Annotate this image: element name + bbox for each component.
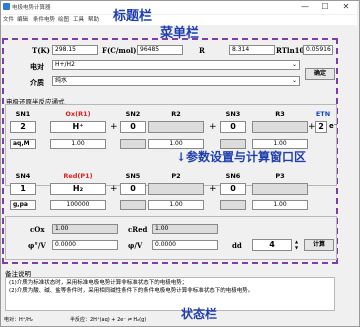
red-conc-input[interactable]: 100000: [50, 200, 106, 210]
sn4-header: SN4: [15, 172, 31, 180]
sn1-header: SN1: [15, 110, 31, 118]
calc-group: [5, 216, 337, 260]
sn5-header: SN5: [125, 172, 141, 180]
r3-input[interactable]: [252, 121, 308, 133]
cox-output: 1.00: [52, 224, 118, 234]
etn-input[interactable]: 2: [315, 121, 327, 133]
plus-sign: +: [209, 122, 217, 132]
sn3-input[interactable]: 0: [220, 121, 246, 133]
electron-symbol: e⁻: [329, 122, 338, 130]
notes-line: (1)介质为标准状态时，采用标准电极电势计算非标准状态下的电极电势；: [9, 280, 188, 286]
confirm-button[interactable]: 确定: [305, 68, 335, 80]
status-pair: 电对：H⁺/H₂: [4, 317, 33, 323]
notes-line: (2)介质为酸、碱、盐等条件时，采用相同碱性条件下的条件电极电势计算非标准状态下…: [9, 287, 254, 294]
annotation-status-bar: 状态栏: [181, 307, 218, 321]
maximize-button[interactable]: ☐: [316, 1, 334, 13]
menu-help[interactable]: 帮助: [88, 15, 99, 25]
p3-input[interactable]: [252, 183, 308, 195]
spin-arrows-icon[interactable]: ▲ ▼: [294, 239, 299, 251]
cred-label: cRed: [128, 225, 148, 234]
r-label: R: [199, 46, 205, 55]
r-input[interactable]: 8.314: [229, 45, 275, 55]
sn6-input[interactable]: 0: [220, 183, 246, 195]
sn2-input[interactable]: 0: [120, 121, 146, 133]
ox-unit-select[interactable]: aq,M: [10, 139, 36, 149]
minimize-button[interactable]: —: [296, 1, 314, 13]
calculate-button[interactable]: 计算: [304, 239, 334, 251]
plus-sign: +: [110, 184, 118, 194]
ox-input[interactable]: H⁺: [50, 121, 106, 133]
p2-conc-input[interactable]: 1.00: [148, 200, 204, 210]
r2-input[interactable]: [148, 121, 204, 133]
dd-label: dd: [232, 241, 242, 250]
r2-unit-select[interactable]: [120, 139, 146, 149]
p3-unit-select[interactable]: [220, 200, 246, 210]
cox-label: cOx: [30, 225, 45, 234]
chevron-down-icon: ⌄: [292, 77, 298, 84]
p2-unit-select[interactable]: [120, 200, 146, 210]
menu-plot[interactable]: 绘图: [58, 15, 69, 25]
cred-output: 1.00: [152, 224, 218, 234]
p2-header: P2: [171, 172, 181, 180]
red-input[interactable]: H₂: [50, 183, 106, 195]
app-icon: [3, 3, 10, 10]
electrode-select[interactable]: H+/H2: [52, 60, 300, 70]
electrode-label: 电对: [30, 62, 44, 71]
chevron-down-icon: ⌄: [292, 61, 298, 68]
p2-input[interactable]: [148, 183, 204, 195]
menu-tools[interactable]: 工具: [73, 15, 84, 25]
sn3-header: SN3: [225, 110, 241, 118]
plus-sign: +: [110, 122, 118, 132]
ox-conc-input[interactable]: 1.00: [50, 139, 106, 149]
sn1-input[interactable]: 2: [10, 121, 36, 133]
annotation-params: ↓参数设置与计算窗口区: [176, 150, 307, 164]
sn5-input[interactable]: 0: [120, 183, 146, 195]
p3-header: P3: [275, 172, 285, 180]
dd-stepper[interactable]: 4: [252, 239, 292, 251]
sn6-header: SN6: [225, 172, 241, 180]
t-input[interactable]: 298.15: [52, 45, 98, 55]
r2-header: R2: [171, 110, 181, 118]
status-reaction: 半反应：2H⁺(aq) + 2e⁻ ⇌ H₂(g): [70, 317, 147, 323]
phi0-output: 0.0000: [52, 240, 118, 250]
medium-label: 介质: [30, 78, 44, 87]
menu-edit[interactable]: 编辑: [17, 15, 28, 25]
phi-output: 0.0000: [152, 240, 218, 250]
medium-select[interactable]: 纯水: [52, 76, 300, 86]
annotation-title-bar: 标题栏: [113, 9, 153, 24]
f-label: F(C/mol): [102, 46, 137, 55]
window-title: 电极电势计算器: [12, 5, 51, 11]
plus-sign: +: [209, 184, 217, 194]
red-header: Red(P1): [63, 172, 93, 180]
p3-conc-input[interactable]: 1.00: [252, 200, 308, 210]
sn2-header: SN2: [125, 110, 141, 118]
t-label: T(K): [32, 46, 50, 55]
sn4-input[interactable]: 1: [10, 183, 36, 195]
f-input[interactable]: 96485: [137, 45, 183, 55]
notes-box: (1)介质为标准状态时，采用标准电极电势计算非标准状态下的电极电势； (2)介质…: [5, 277, 335, 311]
etn-header: ETN: [315, 110, 331, 118]
close-button[interactable]: ✕: [337, 1, 355, 13]
red-unit-select[interactable]: g,pa: [10, 200, 36, 210]
phi0-label: φ°/V: [28, 241, 46, 250]
ox-header: Ox(R1): [65, 110, 91, 118]
r3-header: R3: [275, 110, 285, 118]
rtln-input[interactable]: 0.05916: [303, 45, 333, 55]
menu-conditional-potential[interactable]: 条件电势: [33, 15, 55, 25]
phi-label: φ/V: [128, 241, 143, 250]
menu-file[interactable]: 文件: [3, 15, 14, 25]
status-bar: [1, 314, 357, 325]
